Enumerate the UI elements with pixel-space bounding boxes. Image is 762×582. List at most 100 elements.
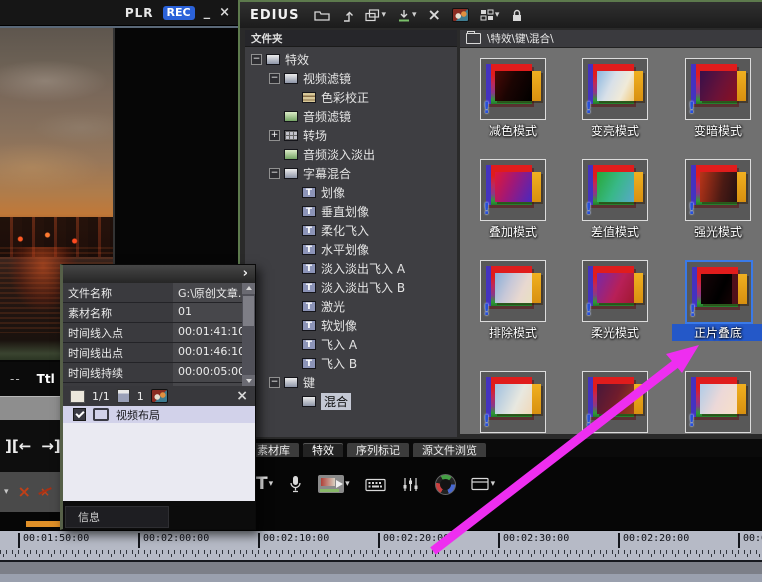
effect-thumb-darken[interactable]: !: [685, 58, 751, 120]
properties-scrollbar[interactable]: [242, 283, 255, 386]
palette-tabbar: 素材库 特效 序列标记 源文件浏览: [240, 439, 762, 459]
tree-item-wipe[interactable]: 划像: [245, 183, 457, 202]
duplicate-address-icon[interactable]: ▾: [365, 8, 386, 22]
effect-thumb-subtract[interactable]: !: [480, 58, 546, 120]
playback-icon[interactable]: [434, 473, 456, 495]
effect-thumb-difference[interactable]: !: [582, 159, 648, 221]
timeline-ruler[interactable]: 00:01:50:00 00:02:00:00 00:02:10:00 00:0…: [0, 530, 762, 560]
info-palette-header[interactable]: ›: [63, 265, 255, 283]
effect-thumb-exclusion[interactable]: !: [480, 260, 546, 322]
folder-icon: [466, 31, 481, 44]
effects-toolbar: EDIUS ▾ ▾ × ▾: [240, 2, 762, 28]
tab-info[interactable]: 信息: [65, 506, 169, 528]
import-icon[interactable]: ▾: [397, 9, 417, 22]
tree-item-blend[interactable]: 混合: [245, 392, 457, 411]
scroll-up-icon[interactable]: [242, 283, 255, 294]
expander-icon[interactable]: +: [269, 130, 280, 141]
effect-thumb-lighten[interactable]: !: [582, 58, 648, 120]
close-icon[interactable]: ×: [219, 6, 230, 19]
effect-list-item[interactable]: 视频布局: [63, 406, 255, 423]
effect-label[interactable]: 排除模式: [467, 324, 559, 341]
dropdown-icon[interactable]: ▾: [345, 479, 350, 489]
tree-item-key[interactable]: − 键: [245, 373, 457, 392]
tree-item-audio-filters[interactable]: 音频滤镜: [245, 107, 457, 126]
effect-label[interactable]: 叠加模式: [467, 223, 559, 240]
enable-checkbox[interactable]: [73, 408, 86, 421]
tree-item-label: 键: [303, 376, 316, 390]
view-grid-icon[interactable]: ▾: [480, 9, 500, 21]
expander-icon[interactable]: −: [269, 168, 280, 179]
dropdown-icon[interactable]: ▾: [412, 10, 417, 20]
close-icon[interactable]: ×: [236, 389, 248, 403]
effect-label[interactable]: 差值模式: [569, 223, 661, 240]
effect-label[interactable]: 变亮模式: [569, 122, 661, 139]
export-icon[interactable]: ▾: [318, 475, 350, 493]
monitor-icon[interactable]: ▾: [471, 477, 496, 491]
dropdown-icon[interactable]: ▾: [269, 479, 274, 489]
tree-item-fade-fly-in-b[interactable]: 淡入淡出飞入 B: [245, 278, 457, 297]
tree-item-laser[interactable]: 激光: [245, 297, 457, 316]
effect-thumb-multiply-selected[interactable]: !: [685, 260, 753, 324]
effect-thumb-hardlight[interactable]: !: [685, 159, 751, 221]
title-tool-icon[interactable]: T ▾: [256, 474, 273, 494]
tree-item-color-correction[interactable]: 色彩校正: [245, 88, 457, 107]
dropdown-icon[interactable]: ▾: [495, 10, 500, 20]
keyboard-icon[interactable]: [365, 477, 386, 492]
effect-clapper-icon[interactable]: [150, 389, 168, 403]
tree-item-soft-fly-in[interactable]: 柔化飞入: [245, 221, 457, 240]
tree-item-fade-fly-in-a[interactable]: 淡入淡出飞入 A: [245, 259, 457, 278]
scrollbar-thumb[interactable]: [243, 296, 254, 326]
rec-mode-button[interactable]: REC: [162, 5, 195, 20]
tree-item-title-mixer[interactable]: − 字幕混合: [245, 164, 457, 183]
applied-effects-list: 视频布局: [63, 406, 255, 501]
tree-item-fly-in-b[interactable]: 飞入 B: [245, 354, 457, 373]
effect-thumb[interactable]: !: [685, 371, 751, 433]
tree-item-label: 音频滤镜: [303, 110, 352, 124]
folder-icon[interactable]: [314, 9, 331, 21]
expander-icon[interactable]: −: [269, 73, 280, 84]
marker-dropdown-icon[interactable]: ▾: [4, 487, 9, 497]
expand-chevron-icon[interactable]: ›: [243, 267, 248, 280]
effect-thumb-overlay[interactable]: !: [480, 159, 546, 221]
clear-marker-icon[interactable]: ×: [40, 484, 50, 500]
table-row: 时间线持续 00:00:05:00: [63, 363, 242, 383]
jump-to-in-button[interactable]: ][←: [5, 437, 31, 455]
up-level-icon[interactable]: [341, 9, 354, 22]
audio-mixer-icon[interactable]: [401, 477, 420, 492]
effect-label[interactable]: 减色模式: [467, 122, 559, 139]
tree-item-label: 飞入 A: [321, 338, 358, 352]
tree-item-horizontal-wipe[interactable]: 水平划像: [245, 240, 457, 259]
tree-item-soft-wipe[interactable]: 软划像: [245, 316, 457, 335]
effect-label[interactable]: 变暗模式: [672, 122, 762, 139]
tree-item-label: 特效: [285, 53, 310, 67]
lock-icon[interactable]: [510, 9, 524, 22]
effect-thumb-softlight[interactable]: !: [582, 260, 648, 322]
clear-in-icon[interactable]: ×: [18, 484, 31, 500]
plr-mode-button[interactable]: PLR: [125, 6, 154, 20]
expander-icon[interactable]: −: [269, 377, 280, 388]
ruler-tick: 00:01:50:00: [18, 533, 89, 548]
tree-item-transitions[interactable]: + 转场: [245, 126, 457, 145]
tree-item-vertical-wipe[interactable]: 垂直划像: [245, 202, 457, 221]
effect-clapper-icon[interactable]: [451, 8, 469, 22]
property-label: 时间线入点: [63, 323, 173, 342]
effect-label[interactable]: 强光模式: [672, 223, 762, 240]
property-value: 01: [173, 303, 242, 322]
scroll-down-icon[interactable]: [242, 375, 255, 386]
tree-item-video-filters[interactable]: − 视频滤镜: [245, 69, 457, 88]
delete-icon[interactable]: ×: [428, 7, 441, 23]
tree-item-effects[interactable]: − 特效: [245, 50, 457, 69]
effect-thumb[interactable]: !: [480, 371, 546, 433]
tree-item-fly-in-a[interactable]: 飞入 A: [245, 335, 457, 354]
warning-icon: !: [483, 199, 491, 218]
dropdown-icon[interactable]: ▾: [491, 479, 496, 489]
voiceover-mic-icon[interactable]: [288, 475, 303, 493]
tree-item-label: 垂直划像: [321, 205, 370, 219]
tree-item-audio-fade[interactable]: 音频淡入淡出: [245, 145, 457, 164]
dropdown-icon[interactable]: ▾: [381, 10, 386, 20]
minimize-icon[interactable]: _: [204, 6, 211, 19]
expander-icon[interactable]: −: [251, 54, 262, 65]
effect-label-selected[interactable]: 正片叠底: [672, 324, 762, 341]
effect-label[interactable]: 柔光模式: [569, 324, 661, 341]
effect-thumb[interactable]: !: [582, 371, 648, 433]
